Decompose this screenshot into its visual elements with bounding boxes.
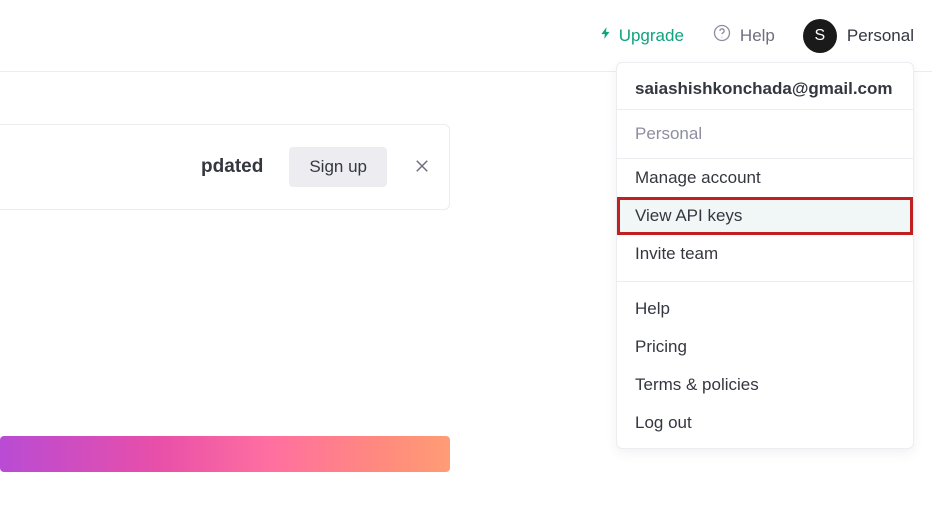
close-button[interactable] [413,157,431,178]
help-label: Help [740,26,775,46]
upgrade-button[interactable]: Upgrade [599,24,684,47]
dropdown-item-help[interactable]: Help [617,290,913,328]
dropdown-separator [617,281,913,282]
notice-text: pdated [0,156,263,178]
dropdown-group-misc: HelpPricingTerms & policiesLog out [617,290,913,442]
account-menu-button[interactable]: S Personal [803,19,914,53]
dropdown-item-manage-account[interactable]: Manage account [617,159,913,197]
notice-banner: pdated Sign up [0,124,450,210]
dropdown-org[interactable]: Personal [617,110,913,159]
account-dropdown: saiashishkonchada@gmail.com Personal Man… [616,62,914,449]
dropdown-group-account: Manage accountView API keysInvite team [617,159,913,273]
help-button[interactable]: Help [712,23,775,48]
lightning-icon [599,24,613,47]
account-label: Personal [847,26,914,46]
avatar-letter: S [815,27,826,45]
dropdown-item-log-out[interactable]: Log out [617,404,913,442]
dropdown-item-terms-policies[interactable]: Terms & policies [617,366,913,404]
close-icon [413,157,431,178]
dropdown-email: saiashishkonchada@gmail.com [617,63,913,110]
question-circle-icon [712,23,732,48]
dropdown-item-pricing[interactable]: Pricing [617,328,913,366]
avatar: S [803,19,837,53]
gradient-bar [0,436,450,472]
dropdown-item-view-api-keys[interactable]: View API keys [617,197,913,235]
upgrade-label: Upgrade [619,26,684,46]
dropdown-item-invite-team[interactable]: Invite team [617,235,913,273]
signup-button[interactable]: Sign up [289,147,387,187]
